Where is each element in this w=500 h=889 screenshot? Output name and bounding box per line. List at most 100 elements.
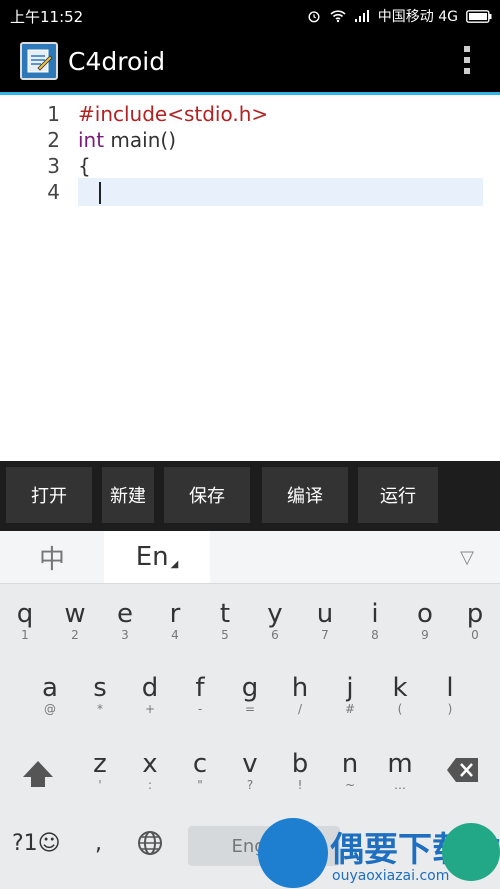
status-icons: 中国移动 4G (306, 6, 492, 26)
key-secondary: ! (297, 778, 303, 792)
key-letter: w (64, 599, 86, 629)
key-secondary: 0 (471, 628, 479, 642)
key-x[interactable]: x: (127, 749, 173, 791)
watermark-badge (442, 823, 500, 881)
backspace-icon[interactable] (446, 757, 480, 783)
app-title: C4droid (68, 47, 166, 76)
overflow-menu-icon[interactable] (462, 46, 472, 80)
code-line[interactable]: { (78, 154, 91, 178)
key-secondary: = (244, 702, 256, 716)
collapse-keyboard-icon[interactable]: ▽ (460, 547, 474, 568)
key-secondary: 5 (221, 628, 229, 642)
key-secondary: 4 (171, 628, 179, 642)
key-secondary: ~ (344, 778, 356, 792)
key-letter: x (142, 749, 158, 779)
key-k[interactable]: k( (377, 673, 423, 715)
key-letter: y (267, 599, 283, 629)
key-z[interactable]: z ' (77, 749, 123, 791)
key-f[interactable]: f- (177, 673, 223, 715)
key-r[interactable]: r4 (152, 599, 198, 641)
key-letter: u (316, 599, 334, 629)
open-button[interactable]: 打开 (6, 467, 92, 523)
key-secondary: 8 (371, 628, 379, 642)
line-number: 4 (47, 180, 60, 204)
key-b[interactable]: b! (277, 749, 323, 791)
english-tab-label: En (135, 542, 169, 572)
code-editor[interactable]: 1 2 3 4 #include<stdio.h> int main() { (0, 95, 500, 461)
key-letter: q (16, 599, 34, 629)
notepad-pen-icon (20, 42, 58, 80)
key-secondary: + (144, 702, 156, 716)
key-h[interactable]: h / (277, 673, 323, 715)
key-letter: r (169, 599, 181, 629)
save-button[interactable]: 保存 (164, 467, 250, 523)
key-secondary: 6 (271, 628, 279, 642)
key-letter: p (466, 599, 484, 629)
new-button[interactable]: 新建 (102, 467, 154, 523)
keyboard-language-bar: 中 En ◢ ▽ (0, 531, 500, 584)
key-o[interactable]: o9 (402, 599, 448, 641)
key-e[interactable]: e3 (102, 599, 148, 641)
status-bar: 上午11:52 中国移动 4G (0, 0, 500, 32)
run-button[interactable]: 运行 (358, 467, 438, 523)
key-secondary: " (197, 778, 203, 792)
key-v[interactable]: v? (227, 749, 273, 791)
globe-icon[interactable] (136, 829, 164, 857)
key-i[interactable]: i8 (352, 599, 398, 641)
key-letter: l (446, 673, 454, 703)
compile-button[interactable]: 编译 (262, 467, 348, 523)
key-letter: z (93, 749, 107, 779)
key-g[interactable]: g = (227, 673, 273, 715)
key-letter: s (93, 673, 107, 703)
line-number: 2 (47, 128, 60, 152)
key-letter: f (195, 673, 205, 703)
key-n[interactable]: n ~ (327, 749, 373, 791)
key-t[interactable]: t5 (202, 599, 248, 641)
key-c[interactable]: c " (177, 749, 223, 791)
key-l[interactable]: l) (427, 673, 473, 715)
code-line[interactable]: #include<stdio.h> (78, 102, 268, 126)
key-y[interactable]: y6 (252, 599, 298, 641)
code-token: main() (104, 128, 177, 152)
english-input-tab[interactable]: En ◢ (104, 531, 210, 583)
status-time: 上午11:52 (10, 8, 84, 26)
key-secondary: * (97, 702, 103, 716)
corner-triangle-icon: ◢ (170, 558, 179, 570)
key-u[interactable]: u7 (302, 599, 348, 641)
symbols-key[interactable]: ?1☺ (12, 831, 61, 856)
key-m[interactable]: m… (377, 749, 423, 791)
key-secondary: 7 (321, 628, 329, 642)
key-secondary: / (297, 702, 303, 716)
shift-icon[interactable] (20, 757, 56, 793)
key-d[interactable]: d + (127, 673, 173, 715)
key-p[interactable]: p0 (452, 599, 498, 641)
watermark-url: ouyaoxiazai.com (332, 868, 450, 884)
key-secondary: … (394, 778, 406, 792)
key-letter: j (346, 673, 354, 703)
watermark-logo (258, 818, 328, 888)
comma-key[interactable]: , (95, 831, 102, 856)
key-w[interactable]: w2 (52, 599, 98, 641)
key-letter: d (141, 673, 159, 703)
key-secondary: @ (44, 702, 56, 716)
action-bar: C4droid (0, 32, 500, 95)
key-secondary: ( (397, 702, 403, 716)
alarm-icon (308, 11, 320, 23)
key-letter: v (242, 749, 258, 779)
keyword-token: int (78, 128, 105, 152)
line-number: 1 (47, 102, 60, 126)
key-letter: k (392, 673, 408, 703)
line-number: 3 (47, 154, 60, 178)
key-letter: m (387, 749, 413, 779)
key-s[interactable]: s * (77, 673, 123, 715)
code-line[interactable]: int main() (78, 128, 176, 152)
key-secondary: 2 (71, 628, 79, 642)
key-letter: b (291, 749, 309, 779)
key-letter: g (241, 673, 259, 703)
chinese-input-tab[interactable]: 中 (0, 531, 104, 583)
wifi-icon (330, 10, 346, 23)
key-a[interactable]: a @ (27, 673, 73, 715)
key-secondary: ' (98, 778, 102, 792)
key-j[interactable]: j # (327, 673, 373, 715)
key-q[interactable]: q1 (2, 599, 48, 641)
